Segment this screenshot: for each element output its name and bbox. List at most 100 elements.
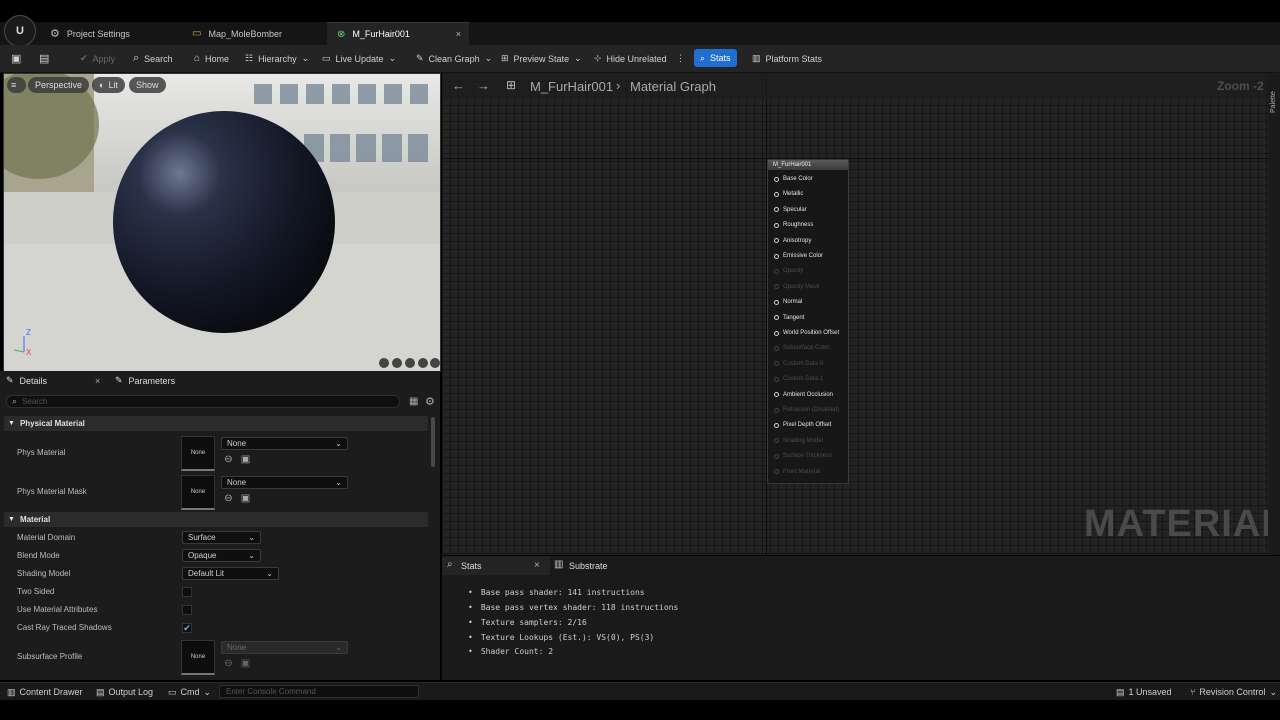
pin-connector-icon[interactable] (774, 299, 779, 305)
clean-graph-button[interactable]: ✎ Clean Graph ⌄ (416, 45, 492, 72)
pin-connector-icon[interactable] (774, 422, 779, 428)
use-material-attributes-checkbox[interactable] (182, 605, 192, 615)
node-pin[interactable]: Opacity Mask (774, 284, 819, 290)
hide-unrelated-button[interactable]: ⊹ Hide Unrelated (594, 45, 667, 72)
use-selected-icon[interactable]: ⊖ (223, 658, 234, 669)
settings-gear-icon[interactable]: ⚙ (425, 395, 435, 408)
tab-stats[interactable]: ⌕ Stats × (442, 556, 550, 575)
material-domain-dropdown[interactable]: Surface ⌄ (182, 531, 261, 544)
close-icon[interactable]: × (456, 29, 461, 39)
browse-icon[interactable]: ▣ (240, 454, 251, 465)
subsurface-profile-dropdown[interactable]: None ⌄ (221, 641, 348, 654)
pin-connector-icon[interactable] (774, 176, 779, 182)
node-pin[interactable]: Pixel Depth Offset (774, 422, 831, 428)
search-button[interactable]: ⌕ Search (133, 45, 173, 72)
node-pin[interactable]: Metallic (774, 191, 803, 197)
node-pin[interactable]: Anisotropy (774, 238, 811, 244)
content-drawer-button[interactable]: ▥ Content Drawer (7, 683, 83, 701)
pin-connector-icon[interactable] (774, 407, 779, 413)
details-scrollbar[interactable] (431, 417, 435, 467)
pin-connector-icon[interactable] (774, 392, 779, 398)
node-pin[interactable]: Roughness (774, 222, 813, 228)
palette-sidebar[interactable]: Palette (1268, 73, 1280, 555)
tab-details[interactable]: ✎ Details × (6, 371, 106, 390)
unsaved-button[interactable]: ▤ 1 Unsaved (1116, 683, 1172, 701)
unreal-logo-icon[interactable]: U (4, 15, 36, 47)
pin-connector-icon[interactable] (774, 361, 779, 367)
pin-connector-icon[interactable] (774, 330, 779, 336)
pin-connector-icon[interactable] (774, 268, 779, 274)
table-view-icon[interactable]: ▦ (409, 396, 418, 407)
forward-arrow-icon[interactable]: → (477, 78, 490, 93)
show-button[interactable]: Show (129, 77, 166, 93)
close-icon[interactable]: × (534, 560, 540, 571)
pin-connector-icon[interactable] (774, 222, 779, 228)
node-pin[interactable]: Surface Thickness (774, 453, 832, 459)
pin-connector-icon[interactable] (774, 438, 779, 444)
console-input[interactable]: Enter Console Command (219, 685, 419, 698)
tab-material[interactable]: ⊗ M_FurHair001 × (327, 22, 469, 45)
save-button[interactable]: ▣ (11, 45, 21, 72)
pin-connector-icon[interactable] (774, 315, 779, 321)
tab-parameters[interactable]: ✎ Parameters (115, 371, 175, 390)
node-pin[interactable]: Specular (774, 207, 807, 213)
material-result-node[interactable]: M_FurHair001 Base Color Metallic Specular R… (767, 159, 849, 484)
node-pin[interactable]: Refraction (Disabled) (774, 407, 839, 413)
node-pin[interactable]: Opacity (774, 268, 803, 274)
home-button[interactable]: ⌂ Home (194, 45, 229, 72)
subsurface-profile-thumbnail[interactable]: None (181, 640, 215, 675)
revision-control-button[interactable]: ⑂ Revision Control ⌄ (1190, 683, 1277, 701)
browse-icon[interactable]: ▣ (240, 493, 251, 504)
pin-connector-icon[interactable] (774, 207, 779, 213)
section-physical-material[interactable]: ▼ Physical Material (4, 416, 428, 431)
node-pin[interactable]: Normal (774, 299, 802, 305)
viewport-menu-button[interactable]: ≡ (7, 77, 26, 93)
node-pin[interactable]: Ambient Occlusion (774, 392, 833, 398)
lit-button[interactable]: ◐ Lit (92, 77, 125, 93)
pin-connector-icon[interactable] (774, 469, 779, 475)
more-options-button[interactable]: ⋮ (676, 45, 685, 72)
pin-connector-icon[interactable] (774, 345, 779, 351)
stats-button[interactable]: ⌕ Stats (694, 49, 737, 67)
back-arrow-icon[interactable]: ← (452, 78, 465, 93)
section-material[interactable]: ▼ Material (4, 512, 428, 527)
node-pin[interactable]: Subsurface Color (774, 345, 829, 351)
node-pin[interactable]: Tangent (774, 315, 804, 321)
node-pin[interactable]: Front Material (774, 469, 820, 475)
phys-material-dropdown[interactable]: None ⌄ (221, 437, 348, 450)
blend-mode-dropdown[interactable]: Opaque ⌄ (182, 549, 261, 562)
node-pin[interactable]: Base Color (774, 176, 813, 182)
breadcrumb-asset[interactable]: M_FurHair001 (530, 79, 613, 94)
cast-ray-traced-shadows-checkbox[interactable]: ✔ (182, 623, 192, 633)
node-pin[interactable]: Emissive Color (774, 253, 823, 259)
pin-connector-icon[interactable] (774, 453, 779, 459)
use-selected-icon[interactable]: ⊖ (223, 454, 234, 465)
browse-icon[interactable]: ▣ (240, 658, 251, 669)
output-log-button[interactable]: ▤ Output Log (96, 683, 153, 701)
close-icon[interactable]: × (95, 376, 100, 386)
node-pin[interactable]: Custom Data 0 (774, 361, 823, 367)
cmd-dropdown[interactable]: ▭ Cmd ⌄ (168, 683, 211, 701)
use-selected-icon[interactable]: ⊖ (223, 493, 234, 504)
hierarchy-button[interactable]: ☷ Hierarchy ⌄ (245, 45, 309, 72)
tab-map[interactable]: ▭ Map_MoleBomber (182, 22, 327, 45)
shading-model-dropdown[interactable]: Default Lit ⌄ (182, 567, 279, 580)
phys-material-mask-dropdown[interactable]: None ⌄ (221, 476, 348, 489)
material-graph-canvas[interactable]: ← → ⊞ M_FurHair001 › Material Graph Zoom… (442, 73, 1268, 555)
phys-material-thumbnail[interactable]: None (181, 436, 215, 471)
browse-button[interactable]: ▤ (39, 45, 49, 72)
pin-connector-icon[interactable] (774, 238, 779, 244)
pin-connector-icon[interactable] (774, 191, 779, 197)
node-pin[interactable]: World Position Offset (774, 330, 839, 336)
tab-project-settings[interactable]: ⚙ Project Settings (40, 22, 180, 45)
pin-connector-icon[interactable] (774, 284, 779, 290)
pin-connector-icon[interactable] (774, 376, 779, 382)
apply-button[interactable]: ✔ Apply (80, 45, 115, 72)
live-update-button[interactable]: ▭ Live Update ⌄ (322, 45, 396, 72)
perspective-button[interactable]: Perspective (28, 77, 90, 93)
pin-connector-icon[interactable] (774, 253, 779, 259)
palette-tab[interactable]: Palette (1270, 91, 1277, 113)
material-preview-viewport[interactable]: ≡ Perspective ◐ Lit Show Z X (3, 73, 441, 372)
platform-stats-button[interactable]: ▥ Platform Stats (752, 45, 822, 72)
two-sided-checkbox[interactable] (182, 587, 192, 597)
